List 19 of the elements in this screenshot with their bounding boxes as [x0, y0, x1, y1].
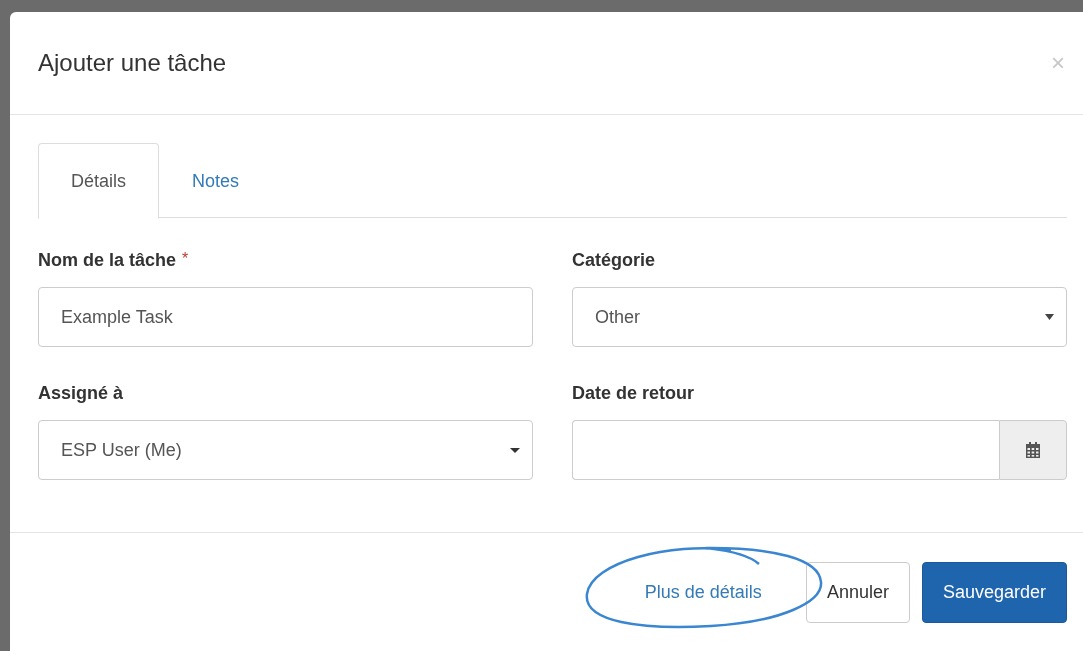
- calendar-icon: [1026, 442, 1040, 458]
- caret-icon: [510, 447, 520, 453]
- date-field[interactable]: [572, 420, 999, 480]
- tab[interactable]: Notes: [159, 143, 273, 219]
- calendar-button[interactable]: [999, 420, 1067, 480]
- select-field[interactable]: Other: [572, 287, 1067, 347]
- cancel-button[interactable]: Annuler: [805, 562, 910, 623]
- field-label: Date de retour: [572, 383, 695, 404]
- text-field[interactable]: Example Task: [38, 287, 533, 347]
- tab[interactable]: Détails: [38, 143, 160, 219]
- field-label: Catégorie: [572, 250, 656, 271]
- more-details-link[interactable]: Plus de détails: [616, 564, 790, 621]
- required-marker: *: [182, 250, 189, 269]
- dropdown-arrow-icon: [1045, 314, 1054, 320]
- field-label: Nom de la tâche: [38, 250, 177, 271]
- field-label: Assigné à: [38, 383, 124, 404]
- save-button[interactable]: Sauvegarder: [921, 562, 1067, 623]
- dialog-title: Ajouter une tâche: [38, 49, 227, 77]
- dropdown-field[interactable]: ESP User (Me): [38, 420, 533, 480]
